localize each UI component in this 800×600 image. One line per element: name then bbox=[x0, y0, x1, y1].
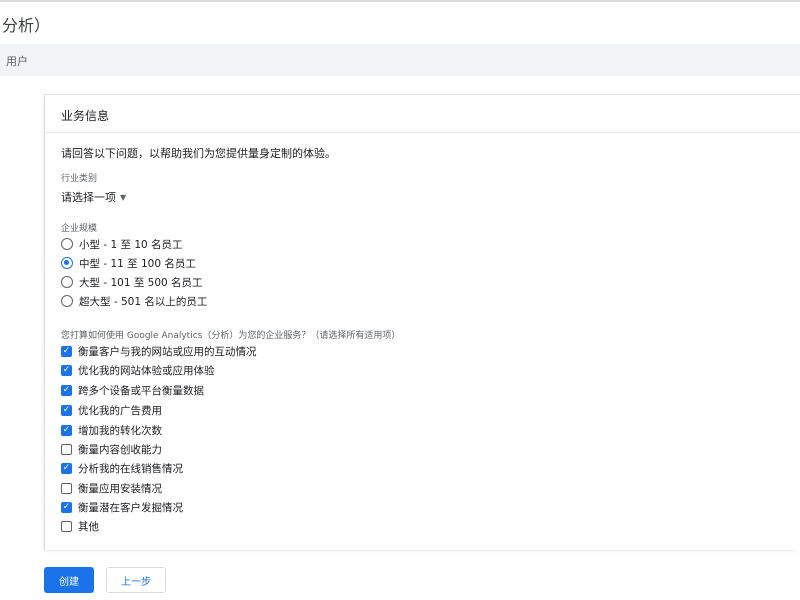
breadcrumb: 用户 bbox=[6, 55, 28, 68]
card-title: 业务信息 bbox=[61, 109, 110, 123]
industry-select-value: 请选择一项 bbox=[61, 191, 116, 204]
usage-option-label: 衡量客户与我的网站或应用的互动情况 bbox=[78, 345, 257, 358]
size-option-medium[interactable]: 中型 - 11 至 100 名员工 bbox=[61, 255, 196, 271]
size-label: 企业规模 bbox=[61, 224, 98, 234]
checkbox[interactable]: ✓ bbox=[61, 404, 72, 416]
size-option-label: 小型 - 1 至 10 名员工 bbox=[79, 238, 183, 251]
checkbox[interactable]: ✓ bbox=[61, 384, 72, 396]
usage-option[interactable]: ✓ 跨多个设备或平台衡量数据 bbox=[61, 382, 204, 398]
chevron-down-icon: ▼ bbox=[120, 192, 127, 202]
usage-option-label: 衡量潜在客户发掘情况 bbox=[78, 501, 183, 514]
card-header: 业务信息 bbox=[45, 95, 800, 133]
industry-label: 行业类别 bbox=[61, 174, 98, 184]
industry-select[interactable]: 请选择一项 ▼ bbox=[61, 189, 126, 205]
checkbox[interactable]: ✓ bbox=[61, 424, 72, 436]
usage-option[interactable]: ✓ 优化我的网站体验或应用体验 bbox=[61, 362, 215, 378]
business-info-card: 业务信息 请回答以下问题，以帮助我们为您提供量身定制的体验。 行业类别 请选择一… bbox=[44, 94, 800, 550]
usage-option[interactable]: ✓ 衡量客户与我的网站或应用的互动情况 bbox=[61, 343, 257, 359]
checkbox[interactable]: ✓ bbox=[61, 501, 72, 513]
size-option-large[interactable]: 大型 - 101 至 500 名员工 bbox=[61, 274, 203, 290]
usage-option-label: 优化我的网站体验或应用体验 bbox=[78, 364, 215, 377]
size-option-label: 大型 - 101 至 500 名员工 bbox=[79, 276, 203, 289]
usage-option[interactable]: ✓ 分析我的在线销售情况 bbox=[61, 460, 183, 476]
radio-button[interactable] bbox=[61, 238, 73, 250]
radio-button[interactable] bbox=[61, 295, 73, 307]
usage-option[interactable]: ✓ 优化我的广告费用 bbox=[61, 402, 162, 418]
create-button[interactable]: 创建 bbox=[44, 567, 94, 593]
size-option-xlarge[interactable]: 超大型 - 501 名以上的员工 bbox=[61, 293, 207, 309]
size-option-label: 超大型 - 501 名以上的员工 bbox=[79, 295, 208, 308]
checkbox[interactable]: ✓ bbox=[61, 364, 72, 376]
checkbox[interactable]: ✓ bbox=[61, 345, 72, 357]
checkbox[interactable] bbox=[61, 443, 72, 455]
usage-option-label: 增加我的转化次数 bbox=[78, 424, 162, 437]
size-option-label: 中型 - 11 至 100 名员工 bbox=[79, 257, 196, 270]
checkbox[interactable]: ✓ bbox=[61, 462, 72, 474]
usage-option-label: 衡量应用安装情况 bbox=[78, 482, 162, 495]
top-divider bbox=[0, 0, 800, 2]
usage-option-label: 分析我的在线销售情况 bbox=[78, 462, 183, 475]
breadcrumb-bar: 用户 bbox=[0, 44, 800, 76]
usage-label: 您打算如何使用 Google Analytics（分析）为您的企业服务？（请选择… bbox=[61, 331, 401, 341]
checkbox[interactable] bbox=[61, 520, 72, 532]
size-option-small[interactable]: 小型 - 1 至 10 名员工 bbox=[61, 236, 183, 252]
radio-button[interactable] bbox=[61, 276, 73, 288]
usage-option-label: 跨多个设备或平台衡量数据 bbox=[78, 384, 204, 397]
usage-option[interactable]: ✓ 衡量潜在客户发掘情况 bbox=[61, 499, 183, 515]
usage-option-label: 衡量内容创收能力 bbox=[78, 443, 162, 456]
checkbox[interactable] bbox=[61, 482, 72, 494]
usage-option[interactable]: 衡量应用安装情况 bbox=[61, 480, 162, 496]
page-title: 分析） bbox=[2, 16, 51, 35]
usage-option-label: 优化我的广告费用 bbox=[78, 404, 162, 417]
usage-option[interactable]: 衡量内容创收能力 bbox=[61, 441, 162, 457]
radio-button[interactable] bbox=[61, 257, 73, 269]
usage-option[interactable]: 其他 bbox=[61, 518, 99, 534]
back-button[interactable]: 上一步 bbox=[106, 567, 166, 593]
usage-option-label: 其他 bbox=[78, 520, 99, 533]
usage-option[interactable]: ✓ 增加我的转化次数 bbox=[61, 422, 162, 438]
intro-text: 请回答以下问题，以帮助我们为您提供量身定制的体验。 bbox=[61, 147, 336, 160]
